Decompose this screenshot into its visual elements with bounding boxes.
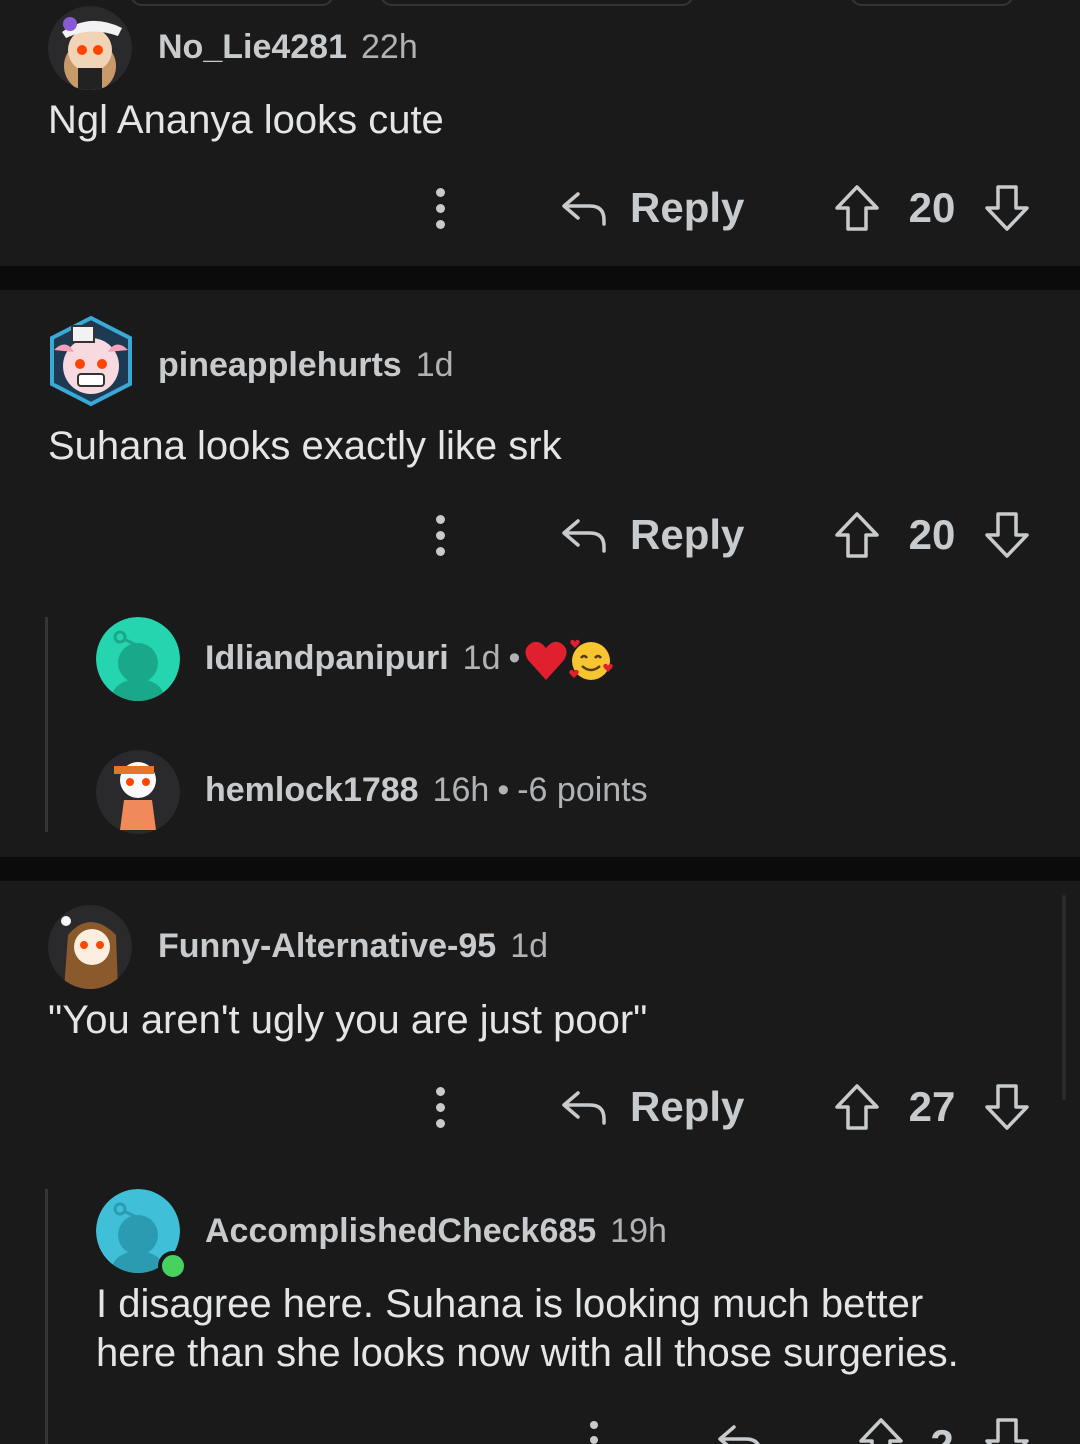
comment-body: "You aren't ugly you are just poor" (48, 998, 648, 1042)
comment-body-line-2: here than she looks now with all those s… (96, 1331, 959, 1375)
more-options-button[interactable] (426, 509, 456, 561)
comment-actions: Reply 27 (0, 1077, 1080, 1137)
upvote-button[interactable] (834, 1083, 880, 1136)
downvote-arrow-icon (985, 512, 1029, 558)
scrollbar-thumb[interactable] (1062, 895, 1066, 1100)
upvote-arrow-icon (835, 512, 879, 558)
user-avatar[interactable] (96, 750, 180, 834)
more-options-button[interactable] (426, 182, 456, 234)
user-avatar[interactable] (96, 617, 180, 701)
user-avatar[interactable] (48, 905, 132, 989)
downvote-button[interactable] (984, 184, 1030, 237)
timestamp: 1d (415, 346, 454, 384)
comment-card: Funny-Alternative-95 1d "You aren't ugly… (0, 881, 1080, 1444)
reply-arrow-icon (562, 192, 606, 226)
online-status-icon (158, 1251, 188, 1281)
reply-button[interactable]: Reply (560, 1077, 744, 1137)
upvote-button[interactable] (834, 511, 880, 564)
comment-meta: Funny-Alternative-95 1d (158, 927, 548, 966)
collapsed-reply-meta[interactable]: Idliandpanipuri 1d • (205, 639, 528, 678)
username[interactable]: AccomplishedCheck685 (205, 1212, 596, 1251)
upvote-arrow-icon (835, 185, 879, 231)
comment-meta: No_Lie4281 22h (158, 28, 418, 67)
points-label: -6 points (517, 771, 648, 809)
comment-card: No_Lie4281 22h Ngl Ananya looks cute Rep… (0, 0, 1080, 266)
red-heart-emoji-icon (525, 641, 567, 680)
upvote-button[interactable] (834, 184, 880, 237)
comment-actions: 2 (0, 1409, 1080, 1444)
reply-label: Reply (630, 511, 745, 558)
user-avatar[interactable] (44, 314, 138, 408)
comment-body-line-1: I disagree here. Suhana is looking much … (96, 1282, 924, 1326)
username[interactable]: Funny-Alternative-95 (158, 927, 496, 966)
chip (380, 0, 694, 6)
username[interactable]: No_Lie4281 (158, 28, 347, 67)
comment-actions: Reply 20 (0, 505, 1080, 565)
smiling-face-with-hearts-emoji-icon (569, 639, 613, 680)
upvote-arrow-icon (835, 1084, 879, 1130)
user-avatar[interactable] (48, 6, 132, 90)
reply-button[interactable]: Reply (560, 178, 744, 238)
timestamp: 1d (462, 639, 501, 677)
upvote-arrow-icon[interactable] (858, 1417, 904, 1444)
vote-score: 20 (908, 511, 956, 558)
username[interactable]: hemlock1788 (205, 771, 419, 810)
username[interactable]: Idliandpanipuri (205, 639, 449, 678)
downvote-arrow-icon[interactable] (984, 1417, 1030, 1444)
chip (130, 0, 334, 6)
comment-actions: Reply 20 (0, 178, 1080, 238)
reply-label: Reply (630, 1083, 745, 1130)
downvote-arrow-icon (985, 185, 1029, 231)
reply-arrow-icon (562, 519, 606, 553)
vote-score: 27 (908, 1083, 956, 1130)
separator-dot: • (497, 771, 510, 809)
comment-meta: AccomplishedCheck685 19h (205, 1212, 667, 1251)
vote-score: 2 (920, 1419, 964, 1444)
timestamp: 1d (510, 927, 549, 965)
more-options-button[interactable] (426, 1081, 456, 1133)
comment-body: Ngl Ananya looks cute (48, 98, 444, 142)
separator-dot: • (508, 639, 521, 677)
timestamp: 19h (610, 1212, 667, 1250)
reply-label: Reply (630, 184, 745, 231)
reply-arrow-icon (562, 1091, 606, 1125)
comment-thread: No_Lie4281 22h Ngl Ananya looks cute Rep… (0, 0, 1080, 1444)
reply-button[interactable]: Reply (560, 505, 744, 565)
downvote-arrow-icon (985, 1084, 1029, 1130)
comment-meta: pineapplehurts 1d (158, 346, 454, 385)
thread-line[interactable] (45, 1189, 48, 1444)
thread-line[interactable] (45, 617, 48, 832)
timestamp: 16h (432, 771, 490, 809)
username[interactable]: pineapplehurts (158, 346, 402, 385)
more-options-button[interactable] (584, 1421, 604, 1444)
downvote-button[interactable] (984, 1083, 1030, 1136)
comment-body: Suhana looks exactly like srk (48, 424, 562, 468)
timestamp: 22h (361, 28, 418, 66)
reply-arrow-icon[interactable] (716, 1421, 762, 1444)
downvote-button[interactable] (984, 511, 1030, 564)
vote-score: 20 (908, 184, 956, 231)
comment-card: pineapplehurts 1d Suhana looks exactly l… (0, 290, 1080, 857)
chip (850, 0, 1014, 6)
collapsed-reply-meta[interactable]: hemlock1788 16h • -6 points (205, 771, 648, 810)
